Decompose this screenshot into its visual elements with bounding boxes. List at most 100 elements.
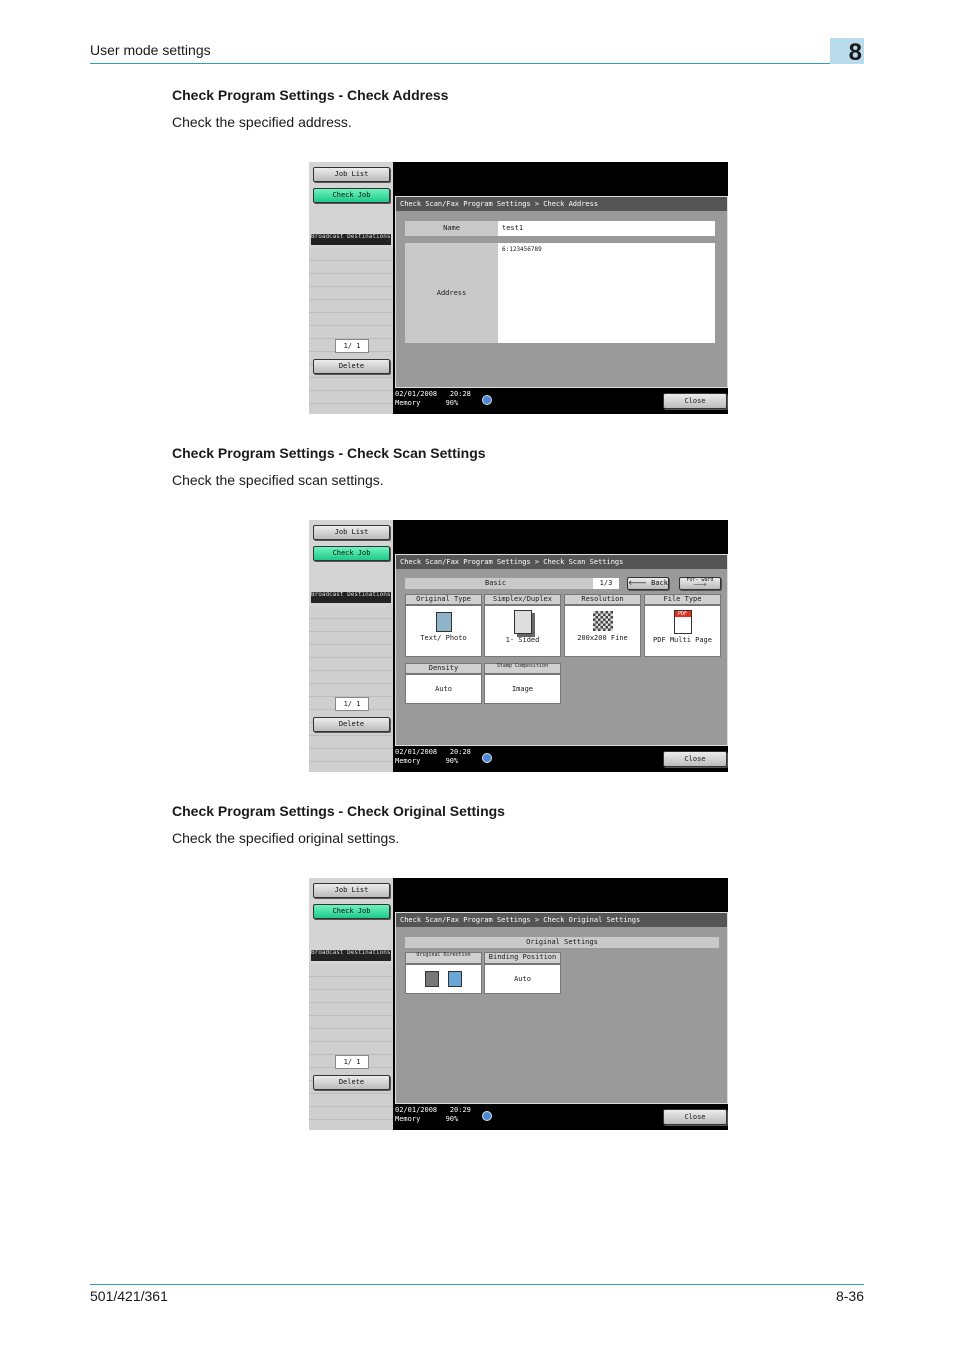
tile-header-simplex-duplex: Simplex/Duplex bbox=[484, 594, 561, 605]
name-value: test1 bbox=[498, 221, 715, 236]
section-title-check-address: Check Program Settings - Check Address bbox=[172, 87, 449, 103]
broadcast-destinations-label: Broadcast Destinations bbox=[311, 950, 391, 961]
tile-header-original-type: Original Type bbox=[405, 594, 482, 605]
tile-original-direction[interactable] bbox=[405, 964, 482, 994]
resolution-icon bbox=[592, 611, 613, 631]
tile-file-type[interactable]: PDF PDF Multi Page bbox=[644, 605, 721, 657]
tile-header-resolution: Resolution bbox=[564, 594, 641, 605]
section-desc-check-scan: Check the specified scan settings. bbox=[172, 472, 384, 488]
pdf-badge: PDF bbox=[674, 611, 691, 617]
check-job-button[interactable]: Check Job bbox=[313, 904, 390, 919]
memory-label: Memory bbox=[395, 1115, 421, 1123]
memory-value: 90% bbox=[445, 399, 459, 407]
close-button[interactable]: Close bbox=[663, 1109, 727, 1125]
status-date: 02/01/2008 bbox=[395, 1106, 438, 1114]
document-orientation-icon bbox=[425, 971, 440, 987]
check-job-button[interactable]: Check Job bbox=[313, 546, 390, 561]
status-time: 20:28 bbox=[449, 748, 471, 756]
sidebar: Job List Check Job Broadcast Destination… bbox=[309, 878, 393, 1130]
network-icon bbox=[482, 395, 492, 405]
screenshot-check-original: Job List Check Job Broadcast Destination… bbox=[309, 878, 728, 1130]
footer-page-number: 8-36 bbox=[835, 1288, 864, 1304]
rotate-icon bbox=[447, 971, 462, 987]
status-bar: 02/01/2008 20:28 Memory 90% bbox=[395, 748, 655, 772]
memory-value: 90% bbox=[445, 757, 459, 765]
job-list-button[interactable]: Job List bbox=[313, 167, 390, 182]
tile-header-density: Density bbox=[405, 663, 482, 674]
tile-value: PDF Multi Page bbox=[652, 636, 712, 644]
check-job-button[interactable]: Check Job bbox=[313, 188, 390, 203]
tile-density[interactable]: Auto bbox=[405, 674, 482, 704]
pdf-icon: PDF bbox=[673, 610, 692, 634]
broadcast-destinations-label: Broadcast Destinations bbox=[311, 592, 391, 603]
main-panel: Check Scan/Fax Program Settings > Check … bbox=[395, 912, 728, 1104]
forward-button[interactable]: For- ward 🡒 bbox=[679, 577, 721, 590]
running-header: User mode settings bbox=[90, 42, 211, 58]
tab-page-indicator: 1/3 bbox=[593, 578, 619, 589]
arrow-left-icon: 🡐 bbox=[628, 579, 647, 587]
delete-button[interactable]: Delete bbox=[313, 717, 390, 732]
tile-value: 200x200 Fine bbox=[577, 634, 628, 642]
tile-binding-position[interactable]: Auto bbox=[484, 964, 561, 994]
document-icon bbox=[435, 612, 452, 632]
pages-icon bbox=[513, 610, 532, 634]
tile-value: 1- Sided bbox=[505, 636, 540, 644]
address-value: 6:123456789 bbox=[498, 243, 715, 343]
tile-stamp[interactable]: Image bbox=[484, 674, 561, 704]
back-button[interactable]: 🡐 Back bbox=[627, 577, 669, 590]
page-indicator: 1/ 1 bbox=[335, 339, 369, 353]
back-label: Back bbox=[651, 579, 668, 587]
breadcrumb: Check Scan/Fax Program Settings > Check … bbox=[396, 913, 727, 927]
broadcast-destinations-label: Broadcast Destinations bbox=[311, 234, 391, 245]
section-title-check-scan: Check Program Settings - Check Scan Sett… bbox=[172, 445, 486, 461]
main-panel: Check Scan/Fax Program Settings > Check … bbox=[395, 196, 728, 388]
tab-basic[interactable]: Basic bbox=[405, 578, 593, 589]
status-time: 20:29 bbox=[449, 1106, 471, 1114]
memory-value: 90% bbox=[445, 1115, 459, 1123]
screenshot-check-scan: Job List Check Job Broadcast Destination… bbox=[309, 520, 728, 772]
tile-value: Text/ Photo bbox=[420, 634, 467, 642]
header-rule bbox=[90, 63, 830, 64]
section-title-check-original: Check Program Settings - Check Original … bbox=[172, 803, 505, 819]
job-list-button[interactable]: Job List bbox=[313, 525, 390, 540]
breadcrumb: Check Scan/Fax Program Settings > Check … bbox=[396, 555, 727, 569]
sidebar: Job List Check Job Broadcast Destination… bbox=[309, 162, 393, 414]
network-icon bbox=[482, 753, 492, 763]
tile-resolution[interactable]: 200x200 Fine bbox=[564, 605, 641, 657]
breadcrumb: Check Scan/Fax Program Settings > Check … bbox=[396, 197, 727, 211]
network-icon bbox=[482, 1111, 492, 1121]
chapter-number: 8 bbox=[848, 39, 862, 66]
footer-rule bbox=[90, 1284, 864, 1285]
status-date: 02/01/2008 bbox=[395, 390, 438, 398]
tile-header-stamp: Stamp Composition bbox=[484, 663, 561, 674]
section-desc-check-address: Check the specified address. bbox=[172, 114, 352, 130]
address-label: Address bbox=[405, 243, 498, 343]
job-list-button[interactable]: Job List bbox=[313, 883, 390, 898]
delete-button[interactable]: Delete bbox=[313, 1075, 390, 1090]
memory-label: Memory bbox=[395, 757, 421, 765]
tile-original-type[interactable]: Text/ Photo bbox=[405, 605, 482, 657]
tile-simplex-duplex[interactable]: 1- Sided bbox=[484, 605, 561, 657]
tile-header-file-type: File Type bbox=[644, 594, 721, 605]
name-label: Name bbox=[405, 221, 498, 236]
close-button[interactable]: Close bbox=[663, 393, 727, 409]
close-button[interactable]: Close bbox=[663, 751, 727, 767]
page-indicator: 1/ 1 bbox=[335, 697, 369, 711]
sidebar: Job List Check Job Broadcast Destination… bbox=[309, 520, 393, 772]
arrow-right-icon: 🡒 bbox=[693, 582, 707, 588]
page-indicator: 1/ 1 bbox=[335, 1055, 369, 1069]
tile-header-original-direction: Original Direction bbox=[405, 952, 482, 964]
main-panel: Check Scan/Fax Program Settings > Check … bbox=[395, 554, 728, 746]
original-settings-heading: Original Settings bbox=[405, 937, 719, 948]
chapter-badge: 8 bbox=[830, 38, 864, 66]
tile-header-binding-position: Binding Position bbox=[484, 952, 561, 964]
memory-label: Memory bbox=[395, 399, 421, 407]
section-desc-check-original: Check the specified original settings. bbox=[172, 830, 400, 846]
delete-button[interactable]: Delete bbox=[313, 359, 390, 374]
status-bar: 02/01/2008 20:29 Memory 90% bbox=[395, 1106, 655, 1130]
footer-model: 501/421/361 bbox=[90, 1288, 168, 1304]
status-date: 02/01/2008 bbox=[395, 748, 438, 756]
status-time: 20:28 bbox=[449, 390, 471, 398]
screenshot-check-address: Job List Check Job Broadcast Destination… bbox=[309, 162, 728, 414]
status-bar: 02/01/2008 20:28 Memory 90% bbox=[395, 390, 655, 414]
